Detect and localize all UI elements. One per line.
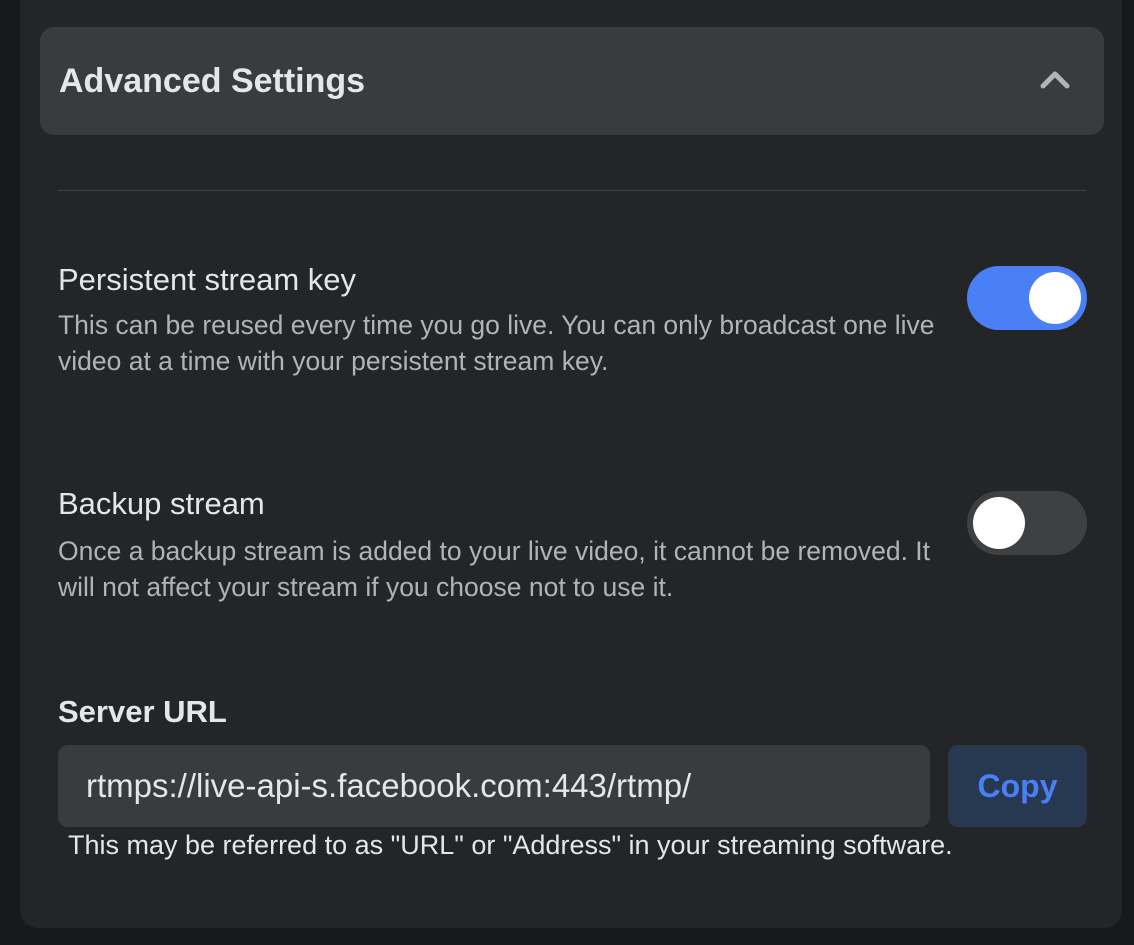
page-background: Advanced Settings Persistent stream key … [0, 0, 1134, 945]
advanced-settings-header[interactable]: Advanced Settings [40, 27, 1104, 135]
toggle-knob [1029, 272, 1081, 324]
persistent-stream-key-description: This can be reused every time you go liv… [58, 310, 935, 376]
backup-stream-toggle[interactable] [967, 491, 1087, 555]
persistent-stream-key-toggle[interactable] [967, 266, 1087, 330]
advanced-settings-title: Advanced Settings [59, 62, 366, 100]
server-url-label: Server URL [58, 694, 227, 729]
server-url-field[interactable] [58, 745, 930, 827]
section-divider [58, 190, 1086, 191]
toggle-knob [973, 497, 1025, 549]
persistent-stream-key-title: Persistent stream key [58, 262, 357, 297]
chevron-up-icon[interactable] [1038, 65, 1072, 95]
copy-button[interactable]: Copy [948, 745, 1087, 827]
server-url-hint: This may be referred to as "URL" or "Add… [68, 830, 953, 860]
advanced-settings-panel: Advanced Settings Persistent stream key … [20, 0, 1122, 928]
backup-stream-title: Backup stream [58, 486, 265, 521]
backup-stream-description: Once a backup stream is added to your li… [58, 536, 931, 602]
